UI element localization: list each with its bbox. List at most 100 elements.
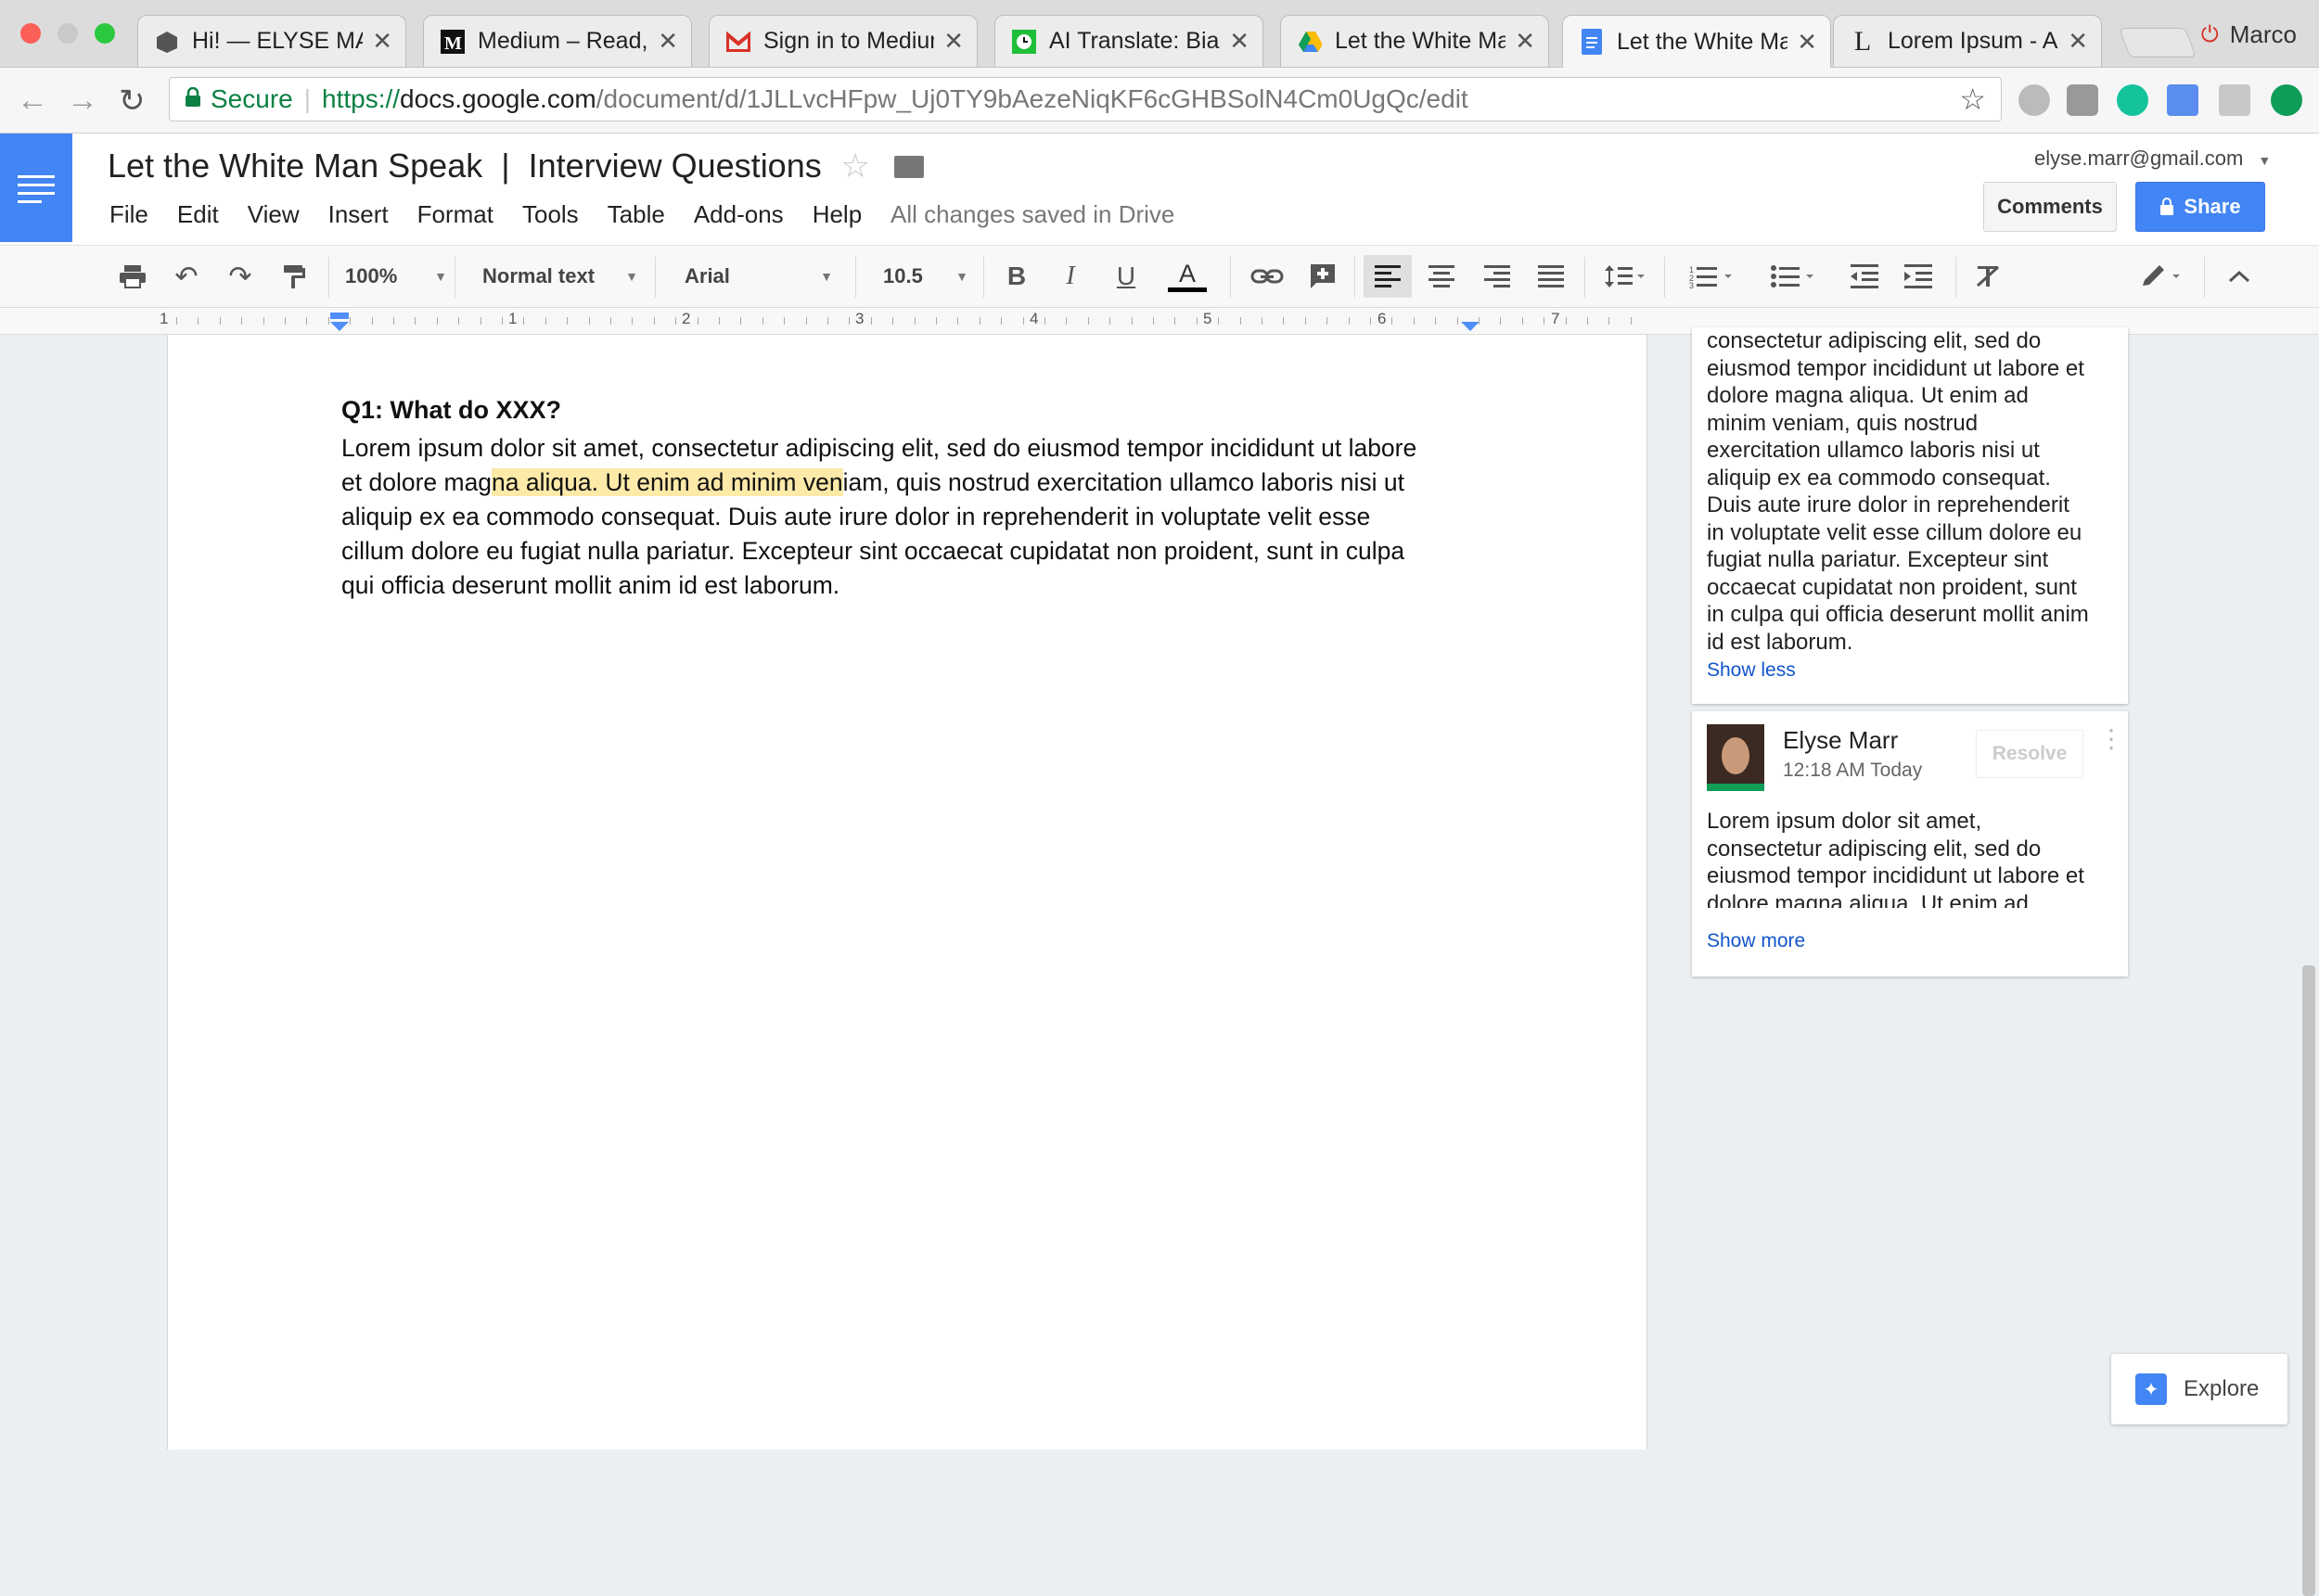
share-button[interactable]: Share [2135,182,2265,232]
comment-card[interactable]: consectetur adipiscing elit, sed do eius… [1692,327,2128,704]
paragraph-style-value: Normal text [482,264,596,287]
show-less-link[interactable]: Show less [1707,659,2113,682]
profile-menu[interactable]: ⏻ Marco [2201,20,2297,49]
close-tab-icon[interactable]: ✕ [2068,27,2088,56]
text-color-button[interactable]: A [1158,255,1217,298]
vertical-scrollbar[interactable] [2302,965,2315,1596]
explore-button[interactable]: ✦ Explore [2111,1354,2287,1424]
ruler-tick [1391,317,1392,325]
editing-mode-pencil-icon[interactable] [2132,255,2191,298]
minimize-window-button[interactable] [58,23,78,44]
document-page[interactable]: Q1: What do XXX? Lorem ipsum dolor sit a… [167,335,1647,1449]
browser-tab[interactable]: L Lorem Ipsum - All ✕ [1833,15,2102,67]
bookmark-star-icon[interactable]: ☆ [1959,82,1986,117]
ruler-tick [1132,317,1133,325]
toolbar-separator [1354,257,1355,298]
browser-tab[interactable]: M Medium – Read, w ✕ [423,15,692,67]
ruler-tick [827,317,828,325]
ruler-tick [480,317,481,325]
browser-tab[interactable]: Sign in to Medium ✕ [709,15,978,67]
close-tab-icon[interactable]: ✕ [658,27,678,56]
font-size-select[interactable]: 10.5 ▼ [883,255,968,298]
paint-format-icon[interactable] [275,255,314,298]
account-email[interactable]: elyse.marr@gmail.com ▼ [2034,147,2271,171]
ruler-tick [220,317,221,325]
bold-button[interactable]: B [998,255,1035,298]
close-tab-icon[interactable]: ✕ [943,27,964,56]
close-window-button[interactable] [20,23,41,44]
align-right-button[interactable] [1475,255,1519,298]
add-comment-icon[interactable] [1302,255,1343,298]
comment-line: exercitation ullamco laboris nisi ut [1707,438,2040,463]
more-options-icon[interactable]: ⋮ [2098,726,2124,752]
link-icon[interactable] [1247,255,1288,298]
ruler-tick [1153,317,1154,325]
undo-icon[interactable]: ↶ [167,255,206,298]
docs-home-logo[interactable] [0,134,72,242]
pocket-extension-icon[interactable] [2067,84,2098,116]
decrease-indent-icon[interactable] [1844,255,1885,298]
document-title[interactable]: Let the White Man Speak | Interview Ques… [108,147,822,185]
menu-table[interactable]: Table [608,200,665,229]
underline-button[interactable]: U [1108,255,1145,298]
numbered-list-icon[interactable]: 123 [1681,255,1742,298]
align-center-button[interactable] [1419,255,1464,298]
close-tab-icon[interactable]: ✕ [1797,28,1817,57]
browser-tab[interactable]: Hi! — ELYSE MAR ✕ [137,15,406,67]
justify-button[interactable] [1529,255,1573,298]
ruler-number: 6 [1377,310,1387,327]
menu-help[interactable]: Help [813,200,862,229]
close-tab-icon[interactable]: ✕ [372,27,392,56]
forward-arrow-icon[interactable]: → [67,83,98,119]
italic-button[interactable]: I [1052,255,1089,298]
translate-extension-icon[interactable] [2167,84,2198,116]
save-status[interactable]: All changes saved in Drive [890,200,1174,229]
close-tab-icon[interactable]: ✕ [1229,27,1249,56]
skype-extension-icon[interactable] [2018,84,2050,116]
close-tab-icon[interactable]: ✕ [1515,27,1535,56]
maximize-window-button[interactable] [95,23,115,44]
commented-highlight[interactable]: na aliqua. Ut enim ad minim ven [492,468,843,496]
ruler-number: 2 [682,310,691,327]
grammarly-extension-icon[interactable] [2117,84,2148,116]
browser-tab[interactable]: AI Translate: Bias ✕ [994,15,1263,67]
print-icon[interactable] [113,255,152,298]
new-tab-button[interactable] [2119,28,2197,57]
ruler-tick [328,317,329,325]
comments-button[interactable]: Comments [1983,182,2117,232]
paragraph-style-select[interactable]: Normal text ▼ [482,255,638,298]
menu-insert[interactable]: Insert [328,200,389,229]
ruler-tick [1566,317,1567,325]
redo-icon[interactable]: ↷ [221,255,260,298]
show-more-link[interactable]: Show more [1707,930,1805,952]
menu-edit[interactable]: Edit [177,200,219,229]
update-extension-icon[interactable] [2271,84,2302,116]
address-bar[interactable]: Secure | https://docs.google.com/documen… [169,77,2002,121]
menu-format[interactable]: Format [417,200,493,229]
resolve-button[interactable]: Resolve [1976,730,2083,778]
right-indent-marker-icon[interactable] [1460,321,1480,332]
collapse-menus-icon[interactable] [2219,255,2260,298]
browser-tab-active[interactable]: Let the White Mar ✕ [1562,15,1831,68]
left-indent-marker-icon[interactable] [329,312,350,332]
back-arrow-icon[interactable]: ← [17,83,48,119]
menu-tools[interactable]: Tools [522,200,579,229]
increase-indent-icon[interactable] [1898,255,1939,298]
font-select[interactable]: Arial ▼ [685,255,833,298]
bulleted-list-icon[interactable] [1762,255,1824,298]
folder-icon[interactable] [894,156,924,178]
browser-tab[interactable]: Let the White Mar ✕ [1280,15,1549,67]
dropbox-extension-icon[interactable] [2219,84,2250,116]
comment-card[interactable]: Elyse Marr 12:18 AM Today Resolve ⋮ Lore… [1692,711,2128,977]
reload-icon[interactable]: ↻ [119,83,146,120]
line-spacing-icon[interactable] [1595,255,1653,298]
ruler-tick [957,317,958,325]
clear-formatting-icon[interactable] [1967,255,2009,298]
menu-addons[interactable]: Add-ons [694,200,784,229]
profile-sync-icon: ⏻ [2200,21,2219,47]
align-left-button[interactable] [1364,255,1412,298]
menu-view[interactable]: View [248,200,300,229]
menu-file[interactable]: File [109,200,148,229]
star-icon[interactable]: ☆ [840,147,870,185]
zoom-select[interactable]: 100% ▼ [345,255,447,298]
